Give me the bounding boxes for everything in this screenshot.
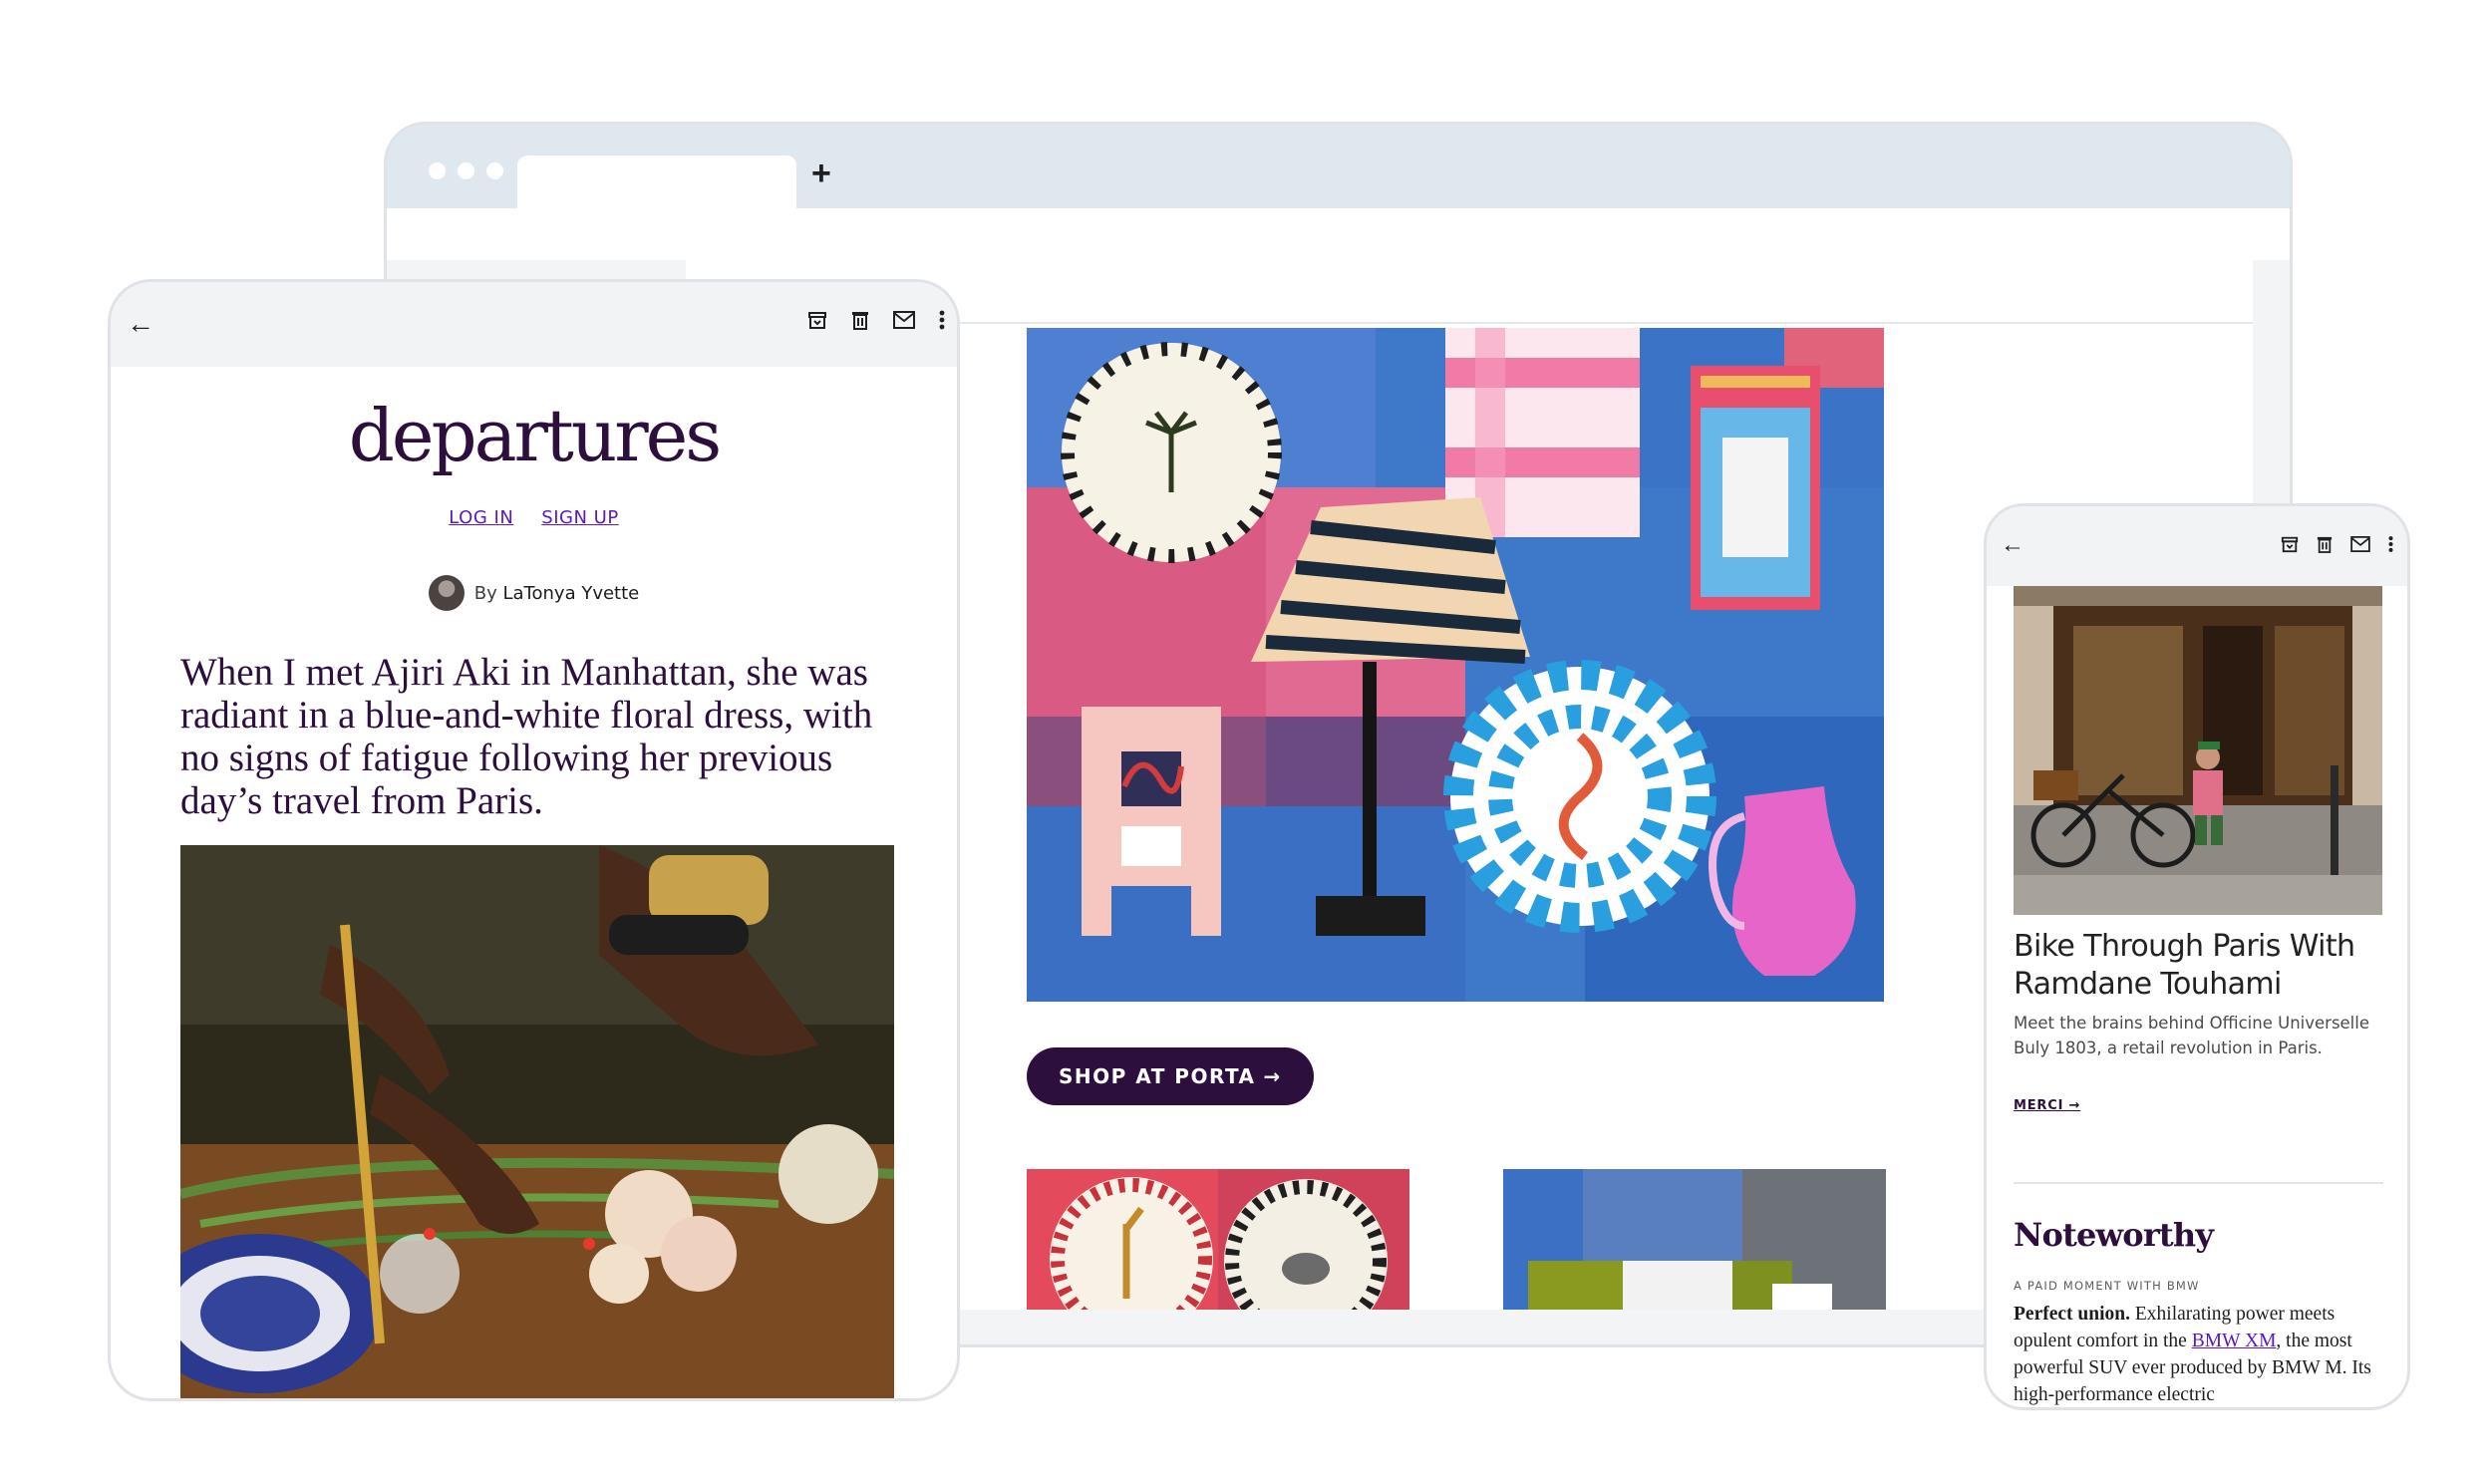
arrow-right-icon: → bbox=[1263, 1064, 1282, 1088]
shop-button-label: SHOP AT PORTA bbox=[1059, 1064, 1256, 1088]
merci-link[interactable]: MERCI → bbox=[2014, 1098, 2080, 1113]
plates-image bbox=[1027, 1169, 1409, 1310]
flower-photo-graphic bbox=[180, 845, 894, 1398]
browser-title-bar: + bbox=[387, 125, 2290, 208]
phone-toolbar: ← bbox=[1987, 506, 2407, 586]
product-collage-graphic bbox=[1027, 328, 1884, 1002]
trash-icon[interactable] bbox=[851, 310, 869, 330]
section-divider bbox=[2014, 1182, 2383, 1184]
sponsored-label: A PAID MOMENT WITH BMW bbox=[2014, 1279, 2200, 1293]
mail-icon[interactable] bbox=[893, 311, 915, 329]
article-lede: When I met Ajiri Aki in Manhattan, she w… bbox=[180, 651, 873, 822]
window-close-dot[interactable] bbox=[429, 162, 446, 179]
log-in-link[interactable]: LOG IN bbox=[449, 507, 513, 528]
paris-storefront-photo[interactable] bbox=[2014, 586, 2382, 915]
auth-links: LOG IN SIGN UP bbox=[111, 507, 957, 528]
back-arrow-icon[interactable]: ← bbox=[2001, 533, 2025, 557]
window-controls bbox=[429, 162, 503, 179]
browser-tab[interactable] bbox=[517, 155, 796, 208]
author-name: LaTonya Yvette bbox=[502, 582, 640, 604]
byline-prefix: By bbox=[473, 582, 497, 604]
sign-up-link[interactable]: SIGN UP bbox=[541, 507, 618, 528]
browser-address-area bbox=[387, 208, 2290, 260]
departures-logo: departures bbox=[348, 394, 722, 477]
back-arrow-icon[interactable]: ← bbox=[127, 310, 155, 338]
more-vert-icon[interactable] bbox=[2388, 535, 2393, 553]
tablet-toolbar-actions bbox=[807, 310, 945, 330]
merci-label: MERCI bbox=[2014, 1098, 2064, 1113]
noteworthy-heading: Noteworthy bbox=[2014, 1216, 2214, 1254]
towels-image bbox=[1503, 1169, 1886, 1310]
shop-at-porta-button[interactable]: SHOP AT PORTA → bbox=[1027, 1047, 1314, 1105]
window-maximize-dot[interactable] bbox=[486, 162, 503, 179]
more-vert-icon[interactable] bbox=[939, 310, 945, 330]
bmw-xm-link[interactable]: BMW XM bbox=[2192, 1331, 2277, 1351]
article-description: Meet the brains behind Officine Universe… bbox=[2014, 1014, 2370, 1057]
article-title[interactable]: Bike Through Paris With Ramdane Touhami bbox=[2014, 928, 2387, 1004]
flower-arranging-photo bbox=[180, 845, 894, 1398]
archive-icon[interactable] bbox=[807, 310, 827, 330]
author-avatar bbox=[428, 575, 465, 611]
byline-text: By LaTonya Yvette bbox=[474, 583, 639, 604]
product-thumbnail-towels[interactable] bbox=[1503, 1169, 1886, 1310]
archive-icon[interactable] bbox=[2281, 535, 2299, 553]
tablet-toolbar: ← bbox=[111, 282, 957, 367]
trash-icon[interactable] bbox=[2317, 535, 2333, 553]
phone-email-view: ← Bike Through Paris With Ramdane Touham… bbox=[1984, 503, 2410, 1410]
window-minimize-dot[interactable] bbox=[458, 162, 474, 179]
tablet-email-view: ← departures LOG IN SIGN UP By LaTonya Y… bbox=[108, 279, 960, 1401]
sponsored-body: Perfect union. Exhilarating power meets … bbox=[2014, 1301, 2379, 1407]
new-tab-button[interactable]: + bbox=[811, 156, 831, 190]
sponsored-lead: Perfect union. bbox=[2014, 1304, 2130, 1325]
storefront-graphic bbox=[2014, 586, 2382, 915]
product-thumbnail-plates[interactable] bbox=[1027, 1169, 1409, 1310]
mail-icon[interactable] bbox=[2350, 536, 2370, 552]
hero-product-image[interactable] bbox=[1027, 328, 1884, 1002]
arrow-right-icon: → bbox=[2068, 1098, 2081, 1113]
author-byline: By LaTonya Yvette bbox=[111, 575, 957, 611]
phone-toolbar-actions bbox=[2281, 535, 2393, 553]
